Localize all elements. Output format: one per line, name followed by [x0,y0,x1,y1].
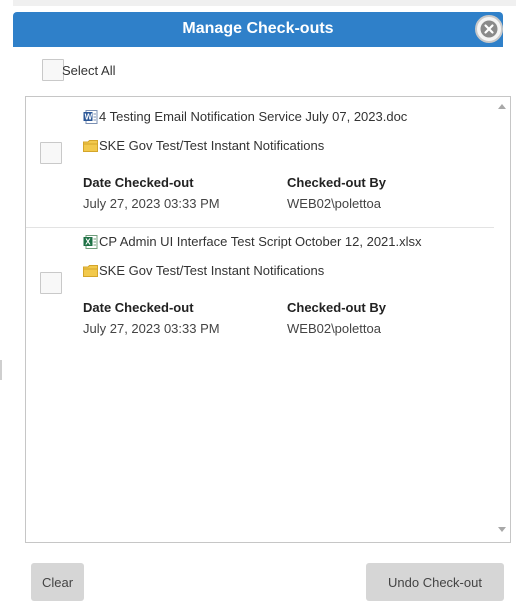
svg-text:W: W [85,112,93,121]
clear-button[interactable]: Clear [31,563,84,601]
top-edge [13,0,516,6]
file-name: 4 Testing Email Notification Service Jul… [99,109,408,124]
dialog-titlebar: Manage Check-outs [13,12,503,47]
folder-path: SKE Gov Test/Test Instant Notifications [99,138,325,153]
scroll-down-arrow-icon[interactable] [498,527,506,532]
checked-out-by-label: Checked-out By [287,300,386,315]
folder-icon [83,139,98,152]
folder-row: SKE Gov Test/Test Instant Notifications [83,263,324,278]
select-all-checkbox[interactable] [42,59,64,81]
file-name: CP Admin UI Interface Test Script Octobe… [99,234,422,249]
checked-out-by-value: WEB02\polettoa [287,196,381,211]
select-all-checkbox-wrap[interactable] [42,58,64,82]
date-checked-out-label: Date Checked-out [83,300,194,315]
date-checked-out-value: July 27, 2023 03:33 PM [83,196,220,211]
close-button[interactable] [475,15,503,43]
item-checkbox[interactable] [40,142,62,164]
excel-spreadsheet-icon: X [83,234,98,249]
file-row[interactable]: W 4 Testing Email Notification Service J… [83,109,407,124]
vertical-scrollbar[interactable] [494,97,510,542]
date-checked-out-value: July 27, 2023 03:33 PM [83,321,220,336]
manage-checkouts-dialog: Manage Check-outs Select All W 4 Testing… [0,0,516,613]
folder-path: SKE Gov Test/Test Instant Notifications [99,263,325,278]
checked-out-by-label: Checked-out By [287,175,386,190]
scroll-up-arrow-icon[interactable] [498,104,506,109]
undo-checkout-button[interactable]: Undo Check-out [366,563,504,601]
word-document-icon: W [83,109,98,124]
svg-text:X: X [85,237,91,246]
checked-out-by-value: WEB02\polettoa [287,321,381,336]
left-edge-marker [0,360,2,380]
folder-icon [83,264,98,277]
dialog-title: Manage Check-outs [182,20,334,37]
select-all-label: Select All [62,63,116,78]
file-row[interactable]: X CP Admin UI Interface Test Script Octo… [83,234,422,249]
date-checked-out-label: Date Checked-out [83,175,194,190]
item-checkbox[interactable] [40,272,62,294]
close-icon [480,20,498,38]
list-item: X CP Admin UI Interface Test Script Octo… [26,227,494,357]
folder-row: SKE Gov Test/Test Instant Notifications [83,138,324,153]
checkout-list: W 4 Testing Email Notification Service J… [25,96,511,543]
list-item: W 4 Testing Email Notification Service J… [26,97,494,228]
